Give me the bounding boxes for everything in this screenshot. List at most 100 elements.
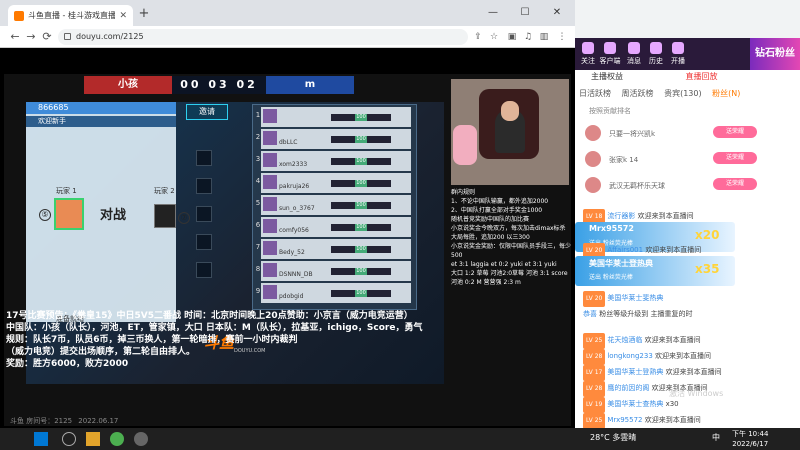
- level-badge: LV 25: [583, 333, 606, 349]
- player-num: 1: [255, 111, 261, 119]
- player-row: 6 comfy056 100: [256, 217, 411, 237]
- player-avatar: [263, 263, 277, 277]
- player-row: 8 DSNNN_DB 100: [256, 261, 411, 281]
- player-row: 1 100: [256, 107, 411, 127]
- history-icon: [650, 42, 662, 54]
- announcement-line: 奖励：胜方6000，败方2000: [6, 359, 129, 369]
- search-icon[interactable]: [62, 432, 76, 446]
- share-icon[interactable]: ⇪: [472, 31, 484, 43]
- send-button[interactable]: 送荣耀: [713, 178, 757, 190]
- stream-date: 2022.06.17: [78, 417, 119, 425]
- empty-slot: [196, 234, 212, 250]
- weather-text[interactable]: 28°C 多雲晴: [590, 432, 636, 443]
- reload-icon[interactable]: ⟳: [40, 30, 54, 44]
- chat-nick[interactable]: longkong233: [607, 352, 652, 360]
- media-icon[interactable]: ♫: [522, 31, 534, 43]
- app-icon[interactable]: [134, 432, 148, 446]
- player-row: 3 xom2333 100: [256, 151, 411, 171]
- chat-nick[interactable]: 鹰的前因的阁: [607, 384, 649, 392]
- chat-nick[interactable]: 美国华莱士登熟典: [607, 368, 663, 376]
- tab-close-icon[interactable]: ✕: [119, 11, 127, 21]
- new-tab-button[interactable]: +: [137, 7, 151, 21]
- bookmark-star-icon[interactable]: ☆: [488, 31, 500, 43]
- player-num: 8: [255, 265, 261, 273]
- nav-follow[interactable]: 关注: [577, 42, 599, 66]
- player-num: 7: [255, 243, 261, 251]
- chat-nick[interactable]: 恭喜: [583, 310, 597, 318]
- tab-weekly[interactable]: 周活跃榜: [622, 89, 654, 98]
- chat-message: LV 25 花天烛酒临 欢迎来到本直播间: [583, 332, 793, 349]
- chat-nick[interactable]: 花天烛酒临: [607, 336, 642, 344]
- rank-row: 只要一将兴凯k 送荣耀: [585, 122, 785, 144]
- tab-vip[interactable]: 贵宾(130): [664, 89, 702, 98]
- rank-name: 只要一将兴凯k: [609, 130, 656, 138]
- ime-indicator[interactable]: 中: [712, 432, 720, 443]
- send-button[interactable]: 送荣耀: [713, 126, 757, 138]
- windows-start-icon[interactable]: [34, 432, 48, 446]
- player-name: Bedy_52: [279, 249, 305, 256]
- streamer-face: [501, 101, 519, 121]
- player-row: 9 pdobgid 100: [256, 283, 411, 303]
- rules-line: 大口 1:2 草莓 河池2:0草莓 河池 3:1 score: [451, 270, 568, 277]
- player-num: 3: [255, 155, 261, 163]
- versus-text: 对战: [100, 208, 127, 223]
- scoreboard: 小孩 00 03 02 m: [84, 76, 354, 94]
- player-avatar: [263, 197, 277, 211]
- level-badge: LV 25: [583, 413, 606, 428]
- player-row: 4 pakruja26 100: [256, 173, 411, 193]
- chat-nick[interactable]: Mrx95572: [607, 416, 642, 424]
- room-title[interactable]: 主播权益: [591, 72, 623, 81]
- browser-titlebar: 斗鱼直播 - 桂斗游戏直播... ✕ + — ☐ ✕: [0, 0, 575, 26]
- streamer-webcam: [451, 79, 569, 185]
- player-row: 5 sun_o_3767 100: [256, 195, 411, 215]
- chat-message: LV 28 longkong233 欢迎来到本直播间: [583, 348, 793, 365]
- announcement-line: （威力电竞）提交出场顺序，第二轮自由排人。: [6, 347, 196, 357]
- browser-tab[interactable]: 斗鱼直播 - 桂斗游戏直播... ✕: [8, 5, 133, 26]
- empty-slot: [196, 178, 212, 194]
- stream-video[interactable]: 小孩 00 03 02 m 866685 欢迎新手 玩家 1 玩家 2 ⑤ 对战…: [4, 74, 571, 426]
- nav-client[interactable]: 客户端: [599, 42, 621, 66]
- forward-icon[interactable]: →: [24, 30, 38, 44]
- minimize-button[interactable]: —: [478, 4, 508, 22]
- send-button[interactable]: 送荣耀: [713, 152, 757, 164]
- address-bar[interactable]: douyu.com/2125: [58, 29, 468, 45]
- lock-icon: [64, 33, 71, 40]
- player-avatar: [263, 175, 277, 189]
- chat-nick[interactable]: 美国华莱士查热典: [607, 400, 663, 408]
- tab-daily[interactable]: 日活跃榜: [579, 89, 611, 98]
- fan-banner[interactable]: 钻石粉丝: [750, 38, 800, 70]
- player-row: 2 dbLLC 100: [256, 129, 411, 149]
- chat-nick[interactable]: 美国华莱士斐热典: [607, 294, 663, 302]
- extension-icon[interactable]: ▣: [506, 31, 518, 43]
- player-score: 100: [355, 114, 367, 121]
- chat-nick[interactable]: Affairs001: [607, 246, 643, 254]
- player-num: 5: [255, 199, 261, 207]
- nav-label: 消息: [627, 57, 641, 65]
- replay-link[interactable]: 直播回放: [686, 72, 718, 81]
- right-nav: 关注 客户端 消息 历史 开播 钻石粉丝: [575, 38, 800, 70]
- chat-text: 欢迎来到本直播间: [637, 212, 694, 220]
- rules-line: 小京说奖金奖励：仅限中国队员手段三，每少500: [451, 243, 571, 259]
- back-icon[interactable]: ←: [8, 30, 22, 44]
- player-score: 100: [355, 136, 367, 143]
- match-announcement: 17号比赛预告：《拳皇15》中日5V5二番战 时间：北京时间晚上20点赞助：小京…: [6, 310, 566, 370]
- avatar: [585, 151, 601, 167]
- chat-nick[interactable]: 流行器影: [607, 212, 635, 220]
- rank-tabs: 日活跃榜 周活跃榜 贵宾(130) 粉丝(N): [575, 88, 800, 102]
- maximize-button[interactable]: ☐: [510, 4, 540, 22]
- empty-slot: [196, 150, 212, 166]
- tab-title: 斗鱼直播 - 桂斗游戏直播...: [28, 11, 116, 20]
- tab-fans[interactable]: 粉丝(N): [712, 89, 740, 98]
- close-button[interactable]: ✕: [542, 4, 572, 22]
- nav-message[interactable]: 消息: [623, 42, 645, 66]
- menu-icon[interactable]: ⋮: [556, 31, 568, 43]
- sidepanel-icon[interactable]: ▥: [538, 31, 550, 43]
- nav-broadcast[interactable]: 开播: [667, 42, 689, 66]
- clock[interactable]: 下午 10:44 2022/6/17: [732, 429, 768, 449]
- player-score: 100: [355, 290, 367, 297]
- broadcast-icon: [672, 42, 684, 54]
- file-explorer-icon[interactable]: [86, 432, 100, 446]
- nav-history[interactable]: 历史: [645, 42, 667, 66]
- player-score: 100: [355, 180, 367, 187]
- chrome-icon[interactable]: [110, 432, 124, 446]
